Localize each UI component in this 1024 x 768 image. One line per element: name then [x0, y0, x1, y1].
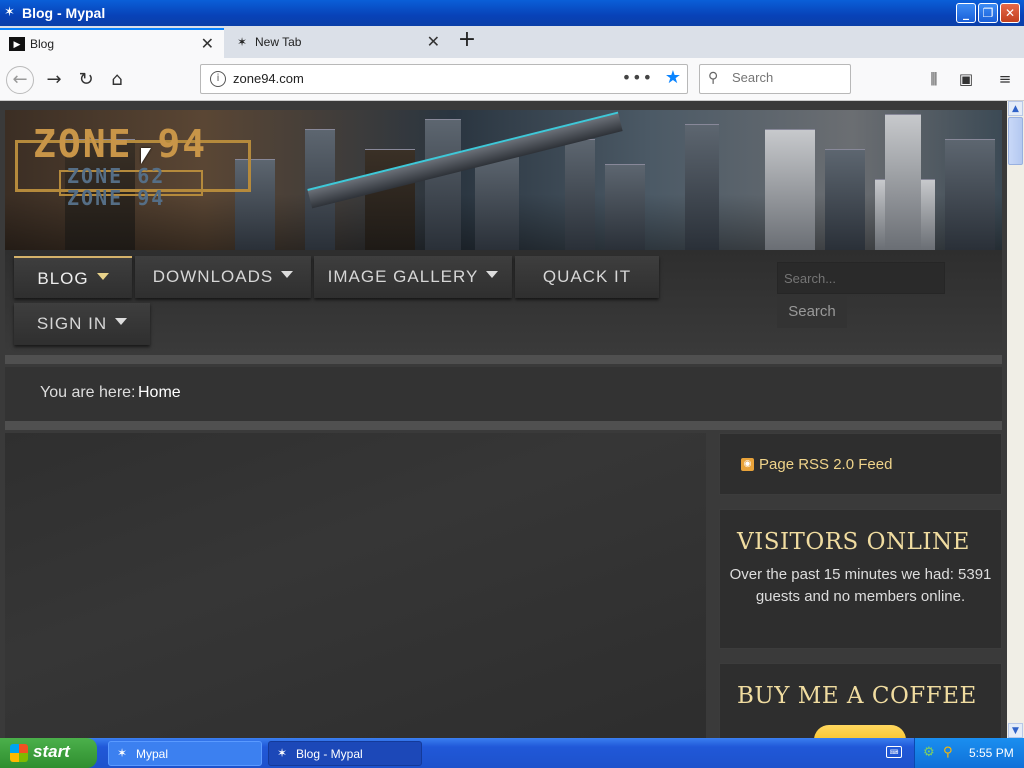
tab-new-tab[interactable]: ✶ New Tab ✕ — [225, 28, 450, 58]
url-bar[interactable]: i zone94.com ••• ★ — [200, 64, 688, 94]
blog-favicon-icon: ▶ — [9, 37, 25, 51]
browser-search-input[interactable] — [730, 69, 844, 86]
site-logo-sub: ZONE 62 — [67, 164, 166, 188]
start-label: start — [33, 742, 70, 761]
menu-item-image-gallery[interactable]: IMAGE GALLERY — [314, 256, 512, 298]
windows-flag-icon — [10, 744, 28, 762]
close-tab-icon[interactable]: ✕ — [427, 32, 440, 52]
library-icon[interactable]: ⫼ — [923, 70, 945, 90]
module-heading: VISITORS ONLINE — [737, 529, 970, 555]
menu-item-sign-in[interactable]: SIGN IN — [14, 303, 150, 345]
system-tray: ⚙ ⚲ 5:55 PM — [914, 738, 1024, 768]
main-content-area — [5, 433, 706, 738]
home-icon[interactable]: ⌂ — [103, 66, 131, 94]
buy-me-coffee-module: BUY ME A COFFEE — [719, 663, 1002, 738]
tab-label: Blog — [30, 37, 55, 51]
menu-label: SIGN IN — [36, 314, 108, 333]
dropdown-caret-icon — [281, 271, 294, 279]
tab-blog[interactable]: ▶ Blog ✕ — [0, 28, 224, 58]
rss-icon: ◉ — [741, 458, 754, 471]
taskbar-item-blog[interactable]: ✶ Blog - Mypal — [268, 741, 422, 766]
menu-label: QUACK IT — [542, 267, 632, 286]
site-banner: ZONE 94 ZONE 62 ZONE 94 — [5, 110, 1002, 250]
page-actions-icon[interactable]: ••• — [622, 68, 653, 87]
page-scrollbar[interactable]: ▲ ▼ — [1007, 101, 1024, 738]
taskbar: start ✶ Mypal ✶ Blog - Mypal ⌨ ⚙ ⚲ 5:55 … — [0, 738, 1024, 768]
reload-icon[interactable]: ↻ — [72, 66, 100, 94]
site-info-icon[interactable]: i — [210, 71, 226, 87]
taskbar-item-label: Blog - Mypal — [296, 747, 363, 761]
mouse-cursor-icon — [141, 148, 151, 164]
dropdown-caret-icon — [96, 273, 109, 281]
main-menu: BLOG DOWNLOADS IMAGE GALLERY QUACK IT SI… — [5, 250, 1002, 355]
menu-label: DOWNLOADS — [152, 267, 274, 286]
taskbar-item-mypal[interactable]: ✶ Mypal — [108, 741, 262, 766]
forward-arrow-icon[interactable]: → — [40, 66, 68, 94]
restore-button[interactable]: ❐ — [978, 3, 998, 23]
hamburger-menu-icon[interactable]: ≡ — [994, 70, 1016, 90]
breadcrumb-home: Home — [138, 384, 181, 401]
scroll-thumb[interactable] — [1008, 117, 1023, 165]
minimize-button[interactable]: _ — [956, 3, 976, 23]
close-tab-icon[interactable]: ✕ — [201, 34, 214, 54]
menu-label: BLOG — [37, 269, 89, 288]
web-page: ZONE 94 ZONE 62 ZONE 94 BLOG DOWNLOADS I… — [0, 101, 1007, 738]
dropdown-caret-icon — [486, 271, 499, 279]
divider — [5, 421, 1002, 430]
rss-feed-module: ◉ Page RSS 2.0 Feed — [719, 433, 1002, 495]
browser-search-bar[interactable]: ⚲ — [699, 64, 851, 94]
search-tray-icon[interactable]: ⚲ — [943, 745, 953, 760]
network-icon[interactable]: ⚙ — [923, 745, 935, 760]
site-search-input[interactable] — [777, 262, 945, 294]
menu-item-downloads[interactable]: DOWNLOADS — [135, 256, 311, 298]
sidebar-toggle-icon[interactable]: ▣ — [955, 70, 977, 90]
rss-feed-link[interactable]: Page RSS 2.0 Feed — [759, 456, 892, 473]
site-logo[interactable]: ZONE 94 — [33, 122, 207, 166]
mypal-icon: ✶ — [117, 746, 128, 760]
clock: 5:55 PM — [969, 746, 1014, 760]
donate-button[interactable] — [814, 725, 906, 738]
scroll-down-icon[interactable]: ▼ — [1008, 723, 1023, 738]
site-search-button[interactable]: Search — [777, 296, 847, 328]
navigation-toolbar: ← → ↻ ⌂ i zone94.com ••• ★ ⚲ ⫼ ▣ ≡ — [0, 58, 1024, 101]
url-text[interactable]: zone94.com — [233, 71, 304, 86]
mypal-app-icon: ✶ — [4, 5, 15, 20]
visitors-online-module: VISITORS ONLINE Over the past 15 minutes… — [719, 509, 1002, 649]
taskbar-item-label: Mypal — [136, 747, 169, 761]
module-heading: BUY ME A COFFEE — [737, 683, 977, 709]
breadcrumb: You are here: Home — [5, 367, 1002, 421]
new-tab-button[interactable]: + — [455, 28, 479, 52]
start-button[interactable]: start — [0, 738, 97, 768]
menu-item-blog[interactable]: BLOG — [14, 256, 132, 298]
bookmark-star-icon[interactable]: ★ — [665, 67, 681, 88]
site-logo-sub: ZONE 94 — [67, 186, 166, 210]
window-title: Blog - Mypal — [22, 5, 106, 21]
window-title-bar: ✶ Blog - Mypal _ ❐ ✕ — [0, 0, 1024, 26]
mypal-icon: ✶ — [277, 746, 288, 760]
visitors-text: Over the past 15 minutes we had: 5391 gu… — [729, 566, 992, 605]
close-window-button[interactable]: ✕ — [1000, 3, 1020, 23]
menu-item-quack-it[interactable]: QUACK IT — [515, 256, 659, 298]
scroll-up-icon[interactable]: ▲ — [1008, 101, 1023, 116]
dropdown-caret-icon — [115, 318, 128, 326]
keyboard-icon[interactable]: ⌨ — [886, 746, 902, 758]
divider — [5, 355, 1002, 364]
tab-strip: ▶ Blog ✕ ✶ New Tab ✕ — [0, 26, 1024, 58]
menu-label: IMAGE GALLERY — [327, 267, 479, 286]
mypal-favicon-icon: ✶ — [236, 35, 248, 49]
back-arrow-icon[interactable]: ← — [6, 66, 34, 94]
tab-label: New Tab — [255, 35, 302, 49]
breadcrumb-label: You are here: — [40, 384, 136, 401]
search-icon: ⚲ — [708, 70, 719, 86]
